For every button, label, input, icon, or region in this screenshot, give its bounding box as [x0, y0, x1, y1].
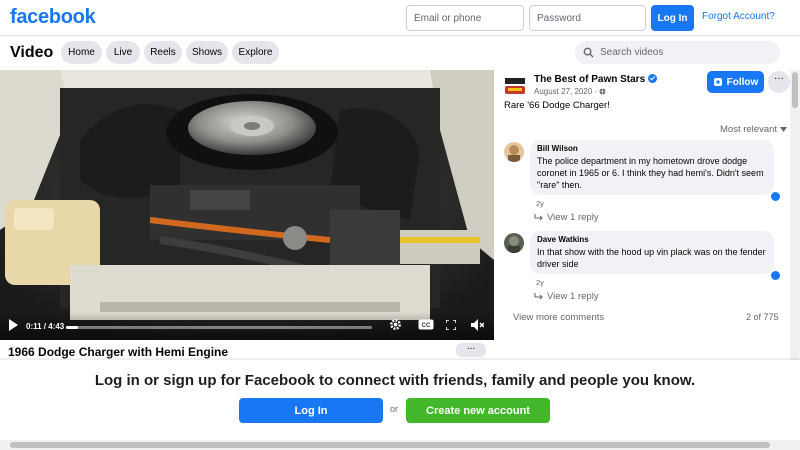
- comment: Bill Wilson The police department in my …: [504, 140, 784, 223]
- post-date[interactable]: August 27, 2020 ·: [534, 87, 606, 96]
- avatar[interactable]: [504, 142, 524, 162]
- tab-reels[interactable]: Reels: [144, 41, 182, 64]
- search-input[interactable]: [600, 47, 770, 58]
- like-icon: [770, 191, 781, 202]
- commenter-name[interactable]: Dave Watkins: [537, 235, 767, 244]
- avatar-image: [504, 142, 524, 162]
- post-caption: Rare '66 Dodge Charger!: [504, 100, 610, 111]
- tab-shows[interactable]: Shows: [186, 41, 228, 64]
- like-icon: [770, 270, 781, 281]
- view-replies-label: View 1 reply: [547, 291, 599, 302]
- email-field[interactable]: [406, 5, 524, 31]
- forgot-account-link[interactable]: Forgot Account?: [702, 11, 775, 22]
- page-title: Video: [10, 44, 54, 61]
- page-name[interactable]: The Best of Pawn Stars: [534, 74, 658, 85]
- avatar[interactable]: [504, 233, 524, 253]
- comment-text: The police department in my hometown dro…: [537, 156, 764, 190]
- progress-bar[interactable]: [66, 326, 372, 329]
- chevron-down-icon: [779, 127, 787, 132]
- follow-label: Follow: [726, 76, 759, 88]
- view-more-comments-link[interactable]: View more comments: [513, 312, 604, 323]
- post-date-text[interactable]: August 27, 2020 ·: [534, 87, 597, 96]
- video-post-title: 1966 Dodge Charger with Hemi Engine: [8, 345, 229, 359]
- video-controls: 0:11 / 4:43 CC: [0, 312, 494, 340]
- view-replies-link[interactable]: View 1 reply: [534, 291, 599, 302]
- login-banner: Log in or sign up for Facebook to connec…: [0, 360, 800, 442]
- vertical-scrollbar-thumb[interactable]: [792, 72, 798, 108]
- reply-arrow-icon: [534, 293, 543, 300]
- comment-age[interactable]: 2y: [536, 278, 544, 287]
- globe-icon: [599, 88, 606, 95]
- fullscreen-icon[interactable]: [446, 320, 456, 330]
- pawn-stars-logo: [504, 74, 526, 98]
- svg-text:CC: CC: [422, 323, 431, 329]
- comment-bubble: Dave Watkins In that show with the hood …: [530, 231, 774, 274]
- page-name-text[interactable]: The Best of Pawn Stars: [534, 74, 645, 85]
- verified-icon: [648, 74, 658, 83]
- mute-icon[interactable]: [471, 319, 484, 331]
- comment-bubble: Bill Wilson The police department in my …: [530, 140, 774, 195]
- comment-age[interactable]: 2y: [536, 199, 544, 208]
- commenter-name[interactable]: Bill Wilson: [537, 144, 767, 153]
- view-replies-link[interactable]: View 1 reply: [534, 212, 599, 223]
- tab-home[interactable]: Home: [61, 41, 102, 64]
- video-player[interactable]: 0:11 / 4:43 CC: [0, 70, 494, 340]
- top-bar: facebook Log In Forgot Account?: [0, 0, 800, 36]
- time-label: 0:11 / 4:43: [26, 322, 65, 331]
- banner-login-button[interactable]: Log In: [239, 398, 383, 423]
- video-nav: Video Home Live Reels Shows Explore: [0, 37, 800, 70]
- comment-count: 2 of 775: [746, 312, 779, 322]
- tab-live[interactable]: Live: [106, 41, 140, 64]
- play-icon[interactable]: [8, 319, 19, 331]
- video-frame: [0, 70, 494, 340]
- gear-icon[interactable]: [389, 318, 402, 331]
- comment: Dave Watkins In that show with the hood …: [504, 231, 784, 311]
- follow-button[interactable]: Follow: [707, 71, 764, 93]
- password-field[interactable]: [529, 5, 646, 31]
- search-icon: [583, 47, 594, 58]
- sort-label: Most relevant: [720, 124, 778, 135]
- search-box[interactable]: [575, 41, 780, 64]
- login-button[interactable]: Log In: [651, 5, 694, 31]
- tab-explore[interactable]: Explore: [232, 41, 279, 64]
- create-account-button[interactable]: Create new account: [406, 398, 550, 423]
- avatar-image: [504, 233, 524, 253]
- or-divider-text: or: [390, 404, 399, 414]
- progress-fill: [66, 326, 79, 329]
- comment-text: In that show with the hood up vin plack …: [537, 247, 766, 269]
- reply-arrow-icon: [534, 214, 543, 221]
- captions-icon[interactable]: CC: [418, 319, 434, 330]
- horizontal-scrollbar-thumb[interactable]: [10, 442, 770, 448]
- post-options-button[interactable]: ...: [456, 342, 486, 357]
- post-panel: The Best of Pawn Stars August 27, 2020 ·…: [494, 70, 790, 370]
- page-avatar[interactable]: [504, 74, 526, 98]
- facebook-logo[interactable]: facebook: [10, 6, 96, 29]
- view-replies-label: View 1 reply: [547, 212, 599, 223]
- more-options-button[interactable]: ···: [768, 71, 790, 93]
- sort-dropdown[interactable]: Most relevant: [720, 124, 787, 135]
- login-banner-text: Log in or sign up for Facebook to connec…: [94, 372, 696, 389]
- follow-icon: [713, 78, 722, 86]
